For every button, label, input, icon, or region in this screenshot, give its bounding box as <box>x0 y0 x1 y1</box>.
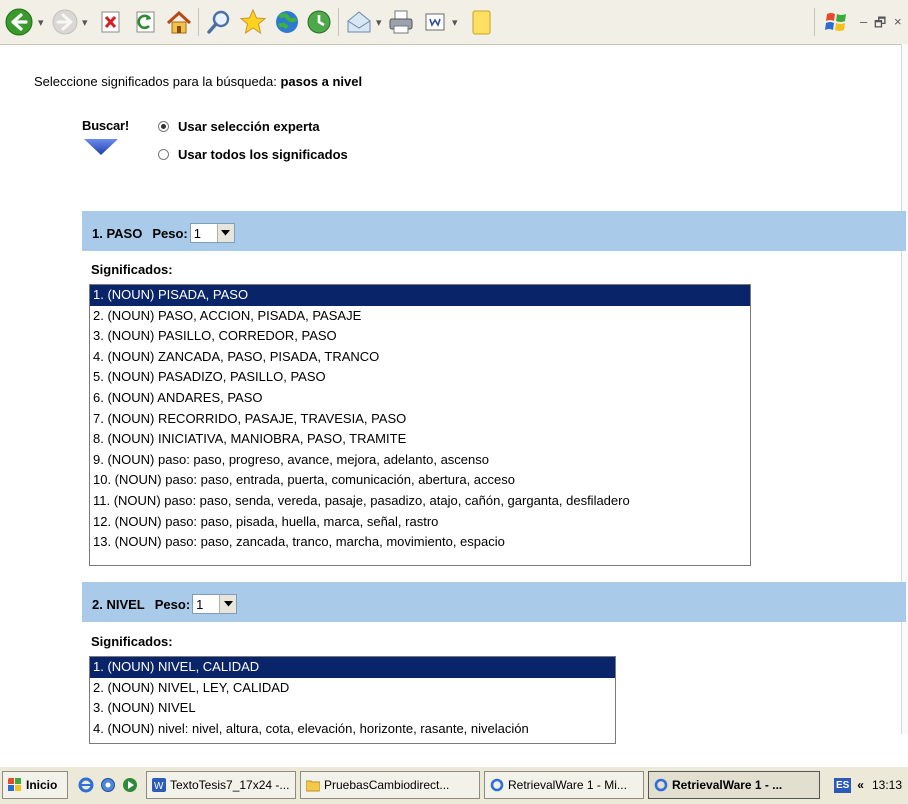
radio-expert-selection[interactable]: Usar selección experta <box>158 119 320 134</box>
radio-button-checked[interactable] <box>158 121 169 132</box>
meanings-listbox-nivel[interactable]: 1. (NOUN) NIVEL, CALIDAD 2. (NOUN) NIVEL… <box>89 656 616 744</box>
list-option[interactable]: 2. (NOUN) PASO, ACCION, PISADA, PASAJE <box>90 306 750 327</box>
list-option[interactable]: 10. (NOUN) paso: paso, entrada, puerta, … <box>90 470 750 491</box>
toolbar-separator <box>198 8 199 36</box>
ie-icon[interactable] <box>78 777 94 793</box>
media-icon[interactable] <box>272 7 302 37</box>
significados-label: Significados: <box>91 262 173 277</box>
list-option[interactable]: 11. (NOUN) paso: paso, senda, vereda, pa… <box>90 491 750 512</box>
windows-logo-icon <box>8 778 21 791</box>
radio-label: Usar todos los significados <box>178 147 348 162</box>
list-option[interactable]: 4. (NOUN) ZANCADA, PASO, PISADA, TRANCO <box>90 347 750 368</box>
folder-icon <box>306 780 320 792</box>
stop-icon[interactable] <box>95 7 125 37</box>
radio-button-unchecked[interactable] <box>158 149 169 160</box>
search-query: pasos a nivel <box>280 74 363 89</box>
peso-select[interactable]: 1 <box>192 594 238 614</box>
notes-icon[interactable] <box>466 7 496 37</box>
section-title: 2. NIVEL <box>92 596 145 612</box>
taskbar-button-pruebas[interactable]: PruebasCambiodirect... <box>300 771 480 799</box>
system-tray: ES « 13:13 <box>833 771 908 799</box>
taskbar: Inicio W TextoTesis7_17x24 -... PruebasC… <box>0 766 908 804</box>
forward-dropdown-icon[interactable]: ▾ <box>82 16 88 29</box>
peso-value: 1 <box>196 596 204 612</box>
section-title-row: 2. NIVEL Peso: 1 <box>92 594 238 614</box>
list-option[interactable]: 13. (NOUN) paso: paso, zancada, tranco, … <box>90 532 750 553</box>
print-icon[interactable] <box>386 7 416 37</box>
list-option[interactable]: 9. (NOUN) paso: paso, progreso, avance, … <box>90 450 750 471</box>
taskbar-button-retrievalware-1[interactable]: RetrievalWare 1 - Mi... <box>484 771 644 799</box>
desktop-icon[interactable] <box>100 777 116 793</box>
section-header-nivel: 2. NIVEL Peso: 1 <box>82 582 906 622</box>
chevron-down-icon[interactable] <box>219 595 237 613</box>
section-title-row: 1. PASO Peso: 1 <box>92 223 235 243</box>
significados-label: Significados: <box>91 634 173 649</box>
toolbar-separator <box>814 8 815 36</box>
back-dropdown-icon[interactable]: ▾ <box>38 16 44 29</box>
windows-logo-icon <box>825 13 846 31</box>
taskbar-button-label: RetrievalWare 1 - Mi... <box>508 778 627 792</box>
vertical-scrollbar[interactable] <box>901 44 908 734</box>
buscar-label: Buscar! <box>82 118 130 133</box>
list-option[interactable]: 12. (NOUN) paso: paso, pisada, huella, m… <box>90 512 750 533</box>
taskbar-button-label: RetrievalWare 1 - ... <box>672 778 783 792</box>
favorites-icon[interactable] <box>238 7 268 37</box>
section-header-paso: 1. PASO Peso: 1 <box>82 211 906 251</box>
edit-icon[interactable] <box>420 7 450 37</box>
taskbar-button-label: TextoTesis7_17x24 -... <box>170 778 290 792</box>
ie-icon <box>654 778 668 792</box>
radio-label: Usar selección experta <box>178 119 320 134</box>
home-icon[interactable] <box>164 7 194 37</box>
back-icon[interactable] <box>4 7 34 37</box>
mail-icon[interactable] <box>344 7 374 37</box>
browser-toolbar: ▾ ▾ ▾ ▾ – 🗗 × <box>0 0 908 45</box>
buscar-arrow-button[interactable] <box>83 138 119 156</box>
list-option[interactable]: 6. (NOUN) ANDARES, PASO <box>90 388 750 409</box>
language-indicator[interactable]: ES <box>833 777 852 793</box>
list-option[interactable]: 8. (NOUN) INICIATIVA, MANIOBRA, PASO, TR… <box>90 429 750 450</box>
list-option[interactable]: 1. (NOUN) PISADA, PASO <box>90 285 750 306</box>
search-icon[interactable] <box>204 7 234 37</box>
peso-value: 1 <box>193 225 201 241</box>
prompt-text: Seleccione significados para la búsqueda… <box>34 74 281 89</box>
close-icon[interactable]: × <box>894 14 902 29</box>
chevron-down-icon[interactable] <box>216 224 234 242</box>
list-option[interactable]: 7. (NOUN) RECORRIDO, PASAJE, TRAVESIA, P… <box>90 409 750 430</box>
list-option[interactable]: 1. (NOUN) NIVEL, CALIDAD <box>90 657 615 678</box>
start-label: Inicio <box>26 778 58 792</box>
clock: 13:13 <box>871 778 902 792</box>
section-title: 1. PASO <box>92 225 143 241</box>
word-icon: W <box>152 778 166 792</box>
peso-select[interactable]: 1 <box>189 223 235 243</box>
toolbar-separator <box>338 8 339 36</box>
meanings-listbox-paso[interactable]: 1. (NOUN) PISADA, PASO 2. (NOUN) PASO, A… <box>89 284 751 566</box>
list-option[interactable]: 5. (NOUN) PASADIZO, PASILLO, PASO <box>90 367 750 388</box>
peso-label: Peso: <box>152 225 188 241</box>
history-icon[interactable] <box>304 7 334 37</box>
search-prompt: Seleccione significados para la búsqueda… <box>34 74 362 89</box>
tray-expand-icon[interactable]: « <box>857 778 864 792</box>
start-button[interactable]: Inicio <box>2 771 68 799</box>
mail-dropdown-icon[interactable]: ▾ <box>376 16 382 29</box>
taskbar-button-label: PruebasCambiodirect... <box>324 778 450 792</box>
radio-all-meanings[interactable]: Usar todos los significados <box>158 147 348 162</box>
list-option[interactable]: 3. (NOUN) PASILLO, CORREDOR, PASO <box>90 326 750 347</box>
svg-text:W: W <box>154 781 164 792</box>
forward-icon[interactable] <box>50 7 80 37</box>
list-option[interactable]: 4. (NOUN) nivel: nivel, altura, cota, el… <box>90 719 615 740</box>
taskbar-button-retrievalware-active[interactable]: RetrievalWare 1 - ... <box>648 771 820 799</box>
minimize-icon[interactable]: – <box>860 14 867 29</box>
list-option[interactable]: 2. (NOUN) NIVEL, LEY, CALIDAD <box>90 678 615 699</box>
refresh-icon[interactable] <box>130 7 160 37</box>
list-option[interactable]: 3. (NOUN) NIVEL <box>90 698 615 719</box>
taskbar-button-texto-tesis[interactable]: W TextoTesis7_17x24 -... <box>146 771 296 799</box>
restore-icon[interactable]: 🗗 <box>874 14 886 36</box>
ie-icon <box>490 778 504 792</box>
edit-dropdown-icon[interactable]: ▾ <box>452 16 458 29</box>
media-player-icon[interactable] <box>122 777 138 793</box>
peso-label: Peso: <box>154 596 191 612</box>
